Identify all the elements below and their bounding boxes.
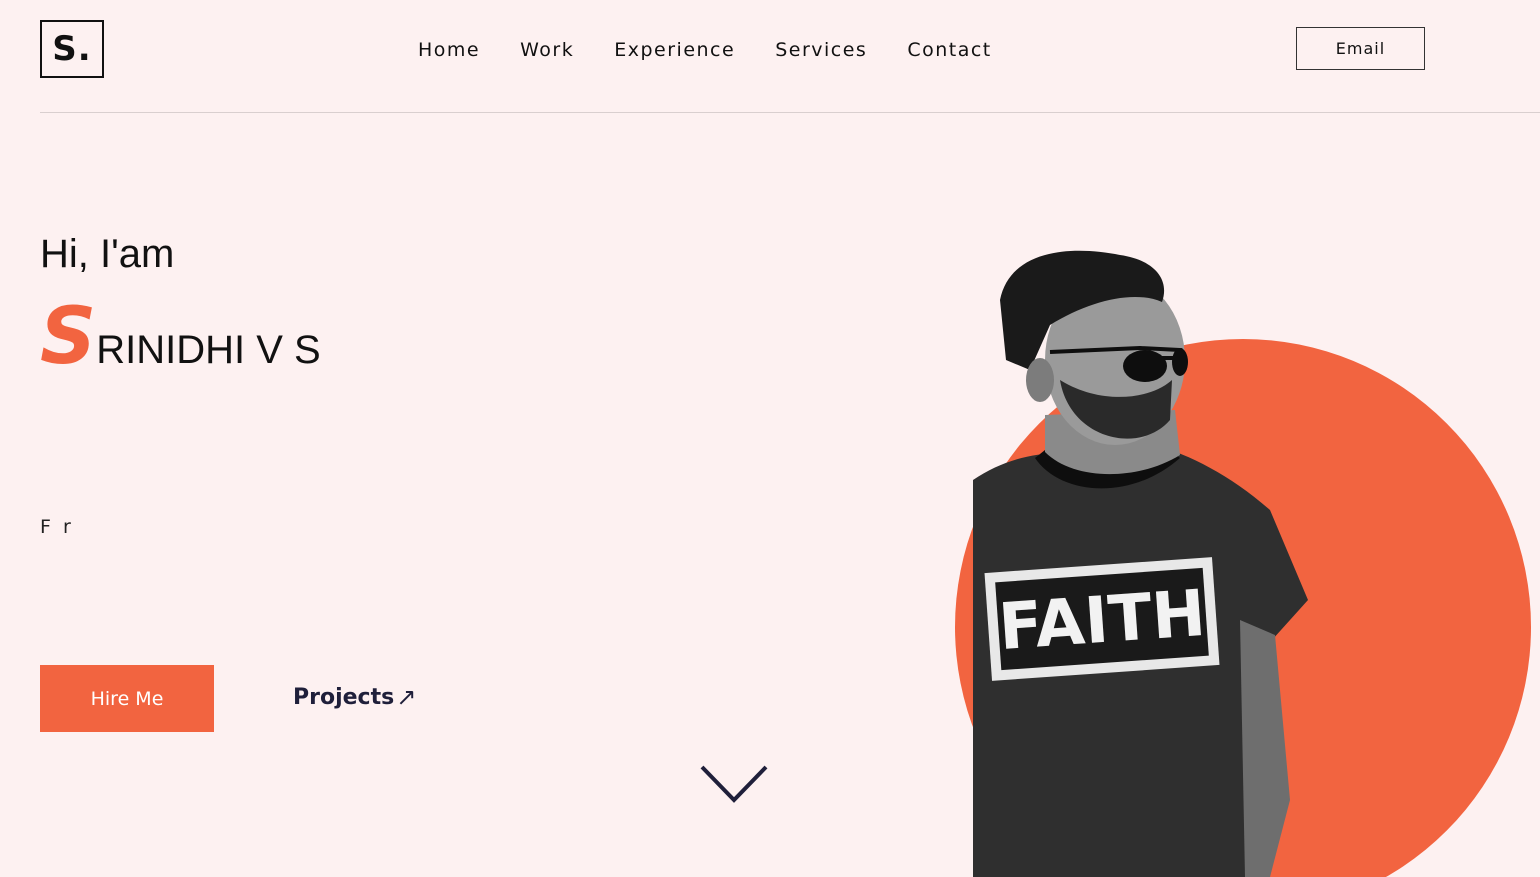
shirt-text: FAITH <box>996 577 1208 665</box>
chevron-down-icon[interactable] <box>700 764 768 804</box>
hero-name-rest: RINIDHI V S <box>96 328 321 372</box>
site-logo[interactable]: S. <box>40 20 104 78</box>
nav-experience[interactable]: Experience <box>614 36 735 64</box>
hero-greeting: Hi, I'am <box>40 232 175 276</box>
nav-services[interactable]: Services <box>775 36 867 64</box>
shirt-graphic: FAITH <box>984 557 1220 681</box>
nav-work[interactable]: Work <box>520 36 574 64</box>
hero-name-initial: S <box>40 292 97 382</box>
nav-contact[interactable]: Contact <box>907 36 991 64</box>
arrow-up-right-icon: ↗ <box>396 683 417 711</box>
main-nav: Home Work Experience Services Contact <box>418 36 1032 64</box>
header-divider <box>40 112 1540 113</box>
projects-link[interactable]: Projects ↗ <box>293 683 416 711</box>
nav-home[interactable]: Home <box>418 36 480 64</box>
page: S. Home Work Experience Services Contact… <box>0 0 1540 877</box>
projects-link-label: Projects <box>293 684 395 710</box>
profile-photo: FAITH <box>973 250 1308 877</box>
hero-name: SRINIDHI V S <box>40 298 321 376</box>
hero-tagline: F r <box>40 516 74 538</box>
hire-me-button[interactable]: Hire Me <box>40 665 214 732</box>
email-button[interactable]: Email <box>1296 27 1425 70</box>
